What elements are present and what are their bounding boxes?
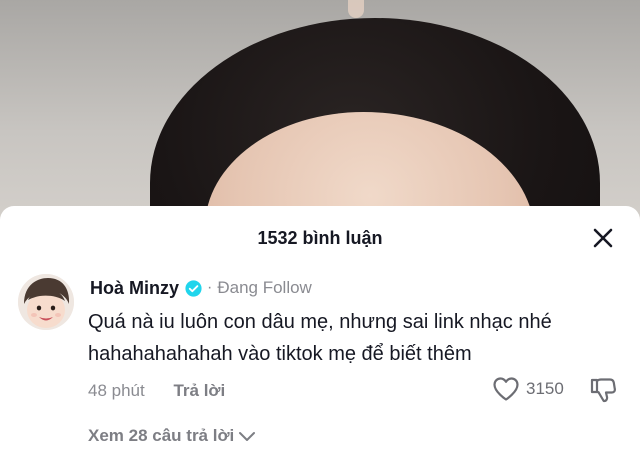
comments-sheet: 1532 bình luận Hoà Minzy · Đang Follow Q…: [0, 206, 640, 463]
comment-count-title: 1532 bình luận: [257, 228, 383, 248]
view-replies-label: Xem 28 câu trả lời: [88, 426, 235, 445]
close-button[interactable]: [590, 225, 616, 251]
verified-badge-icon: [185, 279, 202, 297]
view-replies-button[interactable]: Xem 28 câu trả lời: [88, 426, 256, 446]
thumbs-down-icon: [590, 378, 616, 403]
chevron-down-icon: [239, 432, 256, 441]
avatar-image: [18, 274, 74, 330]
close-icon: [593, 228, 613, 248]
username[interactable]: Hoà Minzy: [90, 278, 179, 299]
like-count: 3150: [526, 379, 564, 398]
heart-icon: [493, 377, 519, 401]
comment-text: Quá nà iu luôn con dâu mẹ, nhưng sai lin…: [88, 311, 552, 365]
hair-part: [348, 0, 364, 18]
reply-button[interactable]: Trả lời: [173, 381, 225, 401]
dislike-button[interactable]: [588, 375, 618, 405]
video-background[interactable]: [0, 0, 640, 220]
like-button[interactable]: 3150: [492, 376, 564, 402]
follow-status[interactable]: Đang Follow: [217, 278, 312, 298]
username-row: Hoà Minzy · Đang Follow: [90, 276, 312, 300]
avatar[interactable]: [18, 274, 74, 330]
separator-dot: ·: [207, 279, 213, 296]
comment-time: 48 phút: [88, 381, 145, 400]
comment-meta: 48 phút Trả lời: [88, 381, 225, 401]
